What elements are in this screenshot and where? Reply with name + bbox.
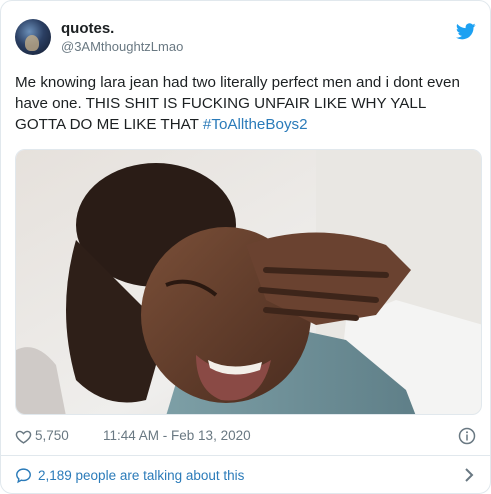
avatar[interactable]	[15, 19, 51, 55]
conversation-count[interactable]: 2,189 people are talking about this	[38, 468, 244, 483]
tweet-header: quotes. @3AMthoughtzLmao	[15, 17, 476, 61]
twitter-bird-icon[interactable]	[456, 23, 476, 40]
speech-bubble-icon	[16, 467, 31, 483]
tweet-media-image[interactable]	[15, 149, 482, 415]
chevron-right-icon[interactable]	[464, 468, 474, 482]
heart-icon	[15, 430, 32, 444]
like-button[interactable]: 5,750	[15, 425, 69, 447]
conversation-link[interactable]: 2,189 people are talking about this	[15, 463, 476, 487]
tweet-timestamp[interactable]: 11:44 AM - Feb 13, 2020	[103, 425, 251, 447]
display-name[interactable]: quotes.	[61, 19, 183, 38]
hashtag-link[interactable]: #ToAlltheBoys2	[203, 116, 308, 133]
author-block[interactable]: quotes. @3AMthoughtzLmao	[61, 19, 183, 55]
crying-person-photo	[16, 150, 481, 414]
tweet-meta: 5,750 11:44 AM - Feb 13, 2020	[15, 425, 476, 447]
like-count: 5,750	[35, 428, 69, 443]
divider	[1, 455, 490, 456]
embedded-tweet-card: quotes. @3AMthoughtzLmao Me knowing lara…	[0, 0, 491, 494]
info-icon[interactable]	[458, 427, 476, 445]
user-handle[interactable]: @3AMthoughtzLmao	[61, 38, 183, 55]
tweet-text: Me knowing lara jean had two literally p…	[15, 72, 477, 135]
